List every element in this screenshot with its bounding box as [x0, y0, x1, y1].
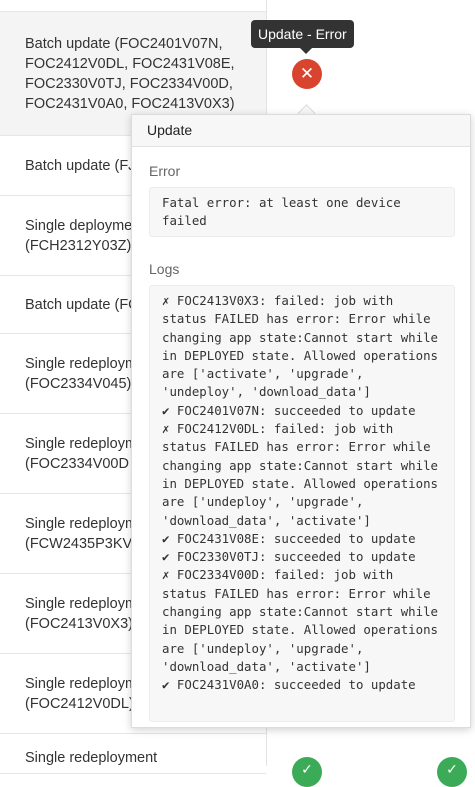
- update-details-popover: Update Error Fatal error: at least one d…: [131, 114, 471, 728]
- check-icon: ✓: [446, 761, 458, 777]
- popover-title: Update: [132, 115, 470, 147]
- job-row-label: Batch update (FOC2401V07N, FOC2412V0DL, …: [25, 35, 235, 112]
- logs-section-label: Logs: [149, 261, 180, 277]
- job-row-label: Single redeploym (FOC2334V00D: [25, 435, 138, 472]
- job-row-label: Single redeploym (FOC2334V045): [25, 355, 138, 392]
- job-row-label: Batch update (FJ: [25, 157, 136, 174]
- logs-box: ✗ FOC2413V0X3: failed: job with status F…: [149, 285, 455, 722]
- status-tooltip: Update - Error: [251, 20, 354, 48]
- job-row-label: Single redeployment: [25, 750, 158, 766]
- success-status-icon[interactable]: ✓: [437, 757, 467, 787]
- tooltip-text: Update - Error: [258, 26, 347, 42]
- job-row-label: Single redeploym (FCW2435P3KV: [25, 515, 138, 552]
- job-row[interactable]: Single redeployment: [0, 734, 266, 774]
- job-row-label: Batch update (FC: [25, 296, 139, 313]
- tooltip-arrow: [300, 48, 312, 54]
- check-icon: ✓: [301, 761, 313, 777]
- job-row-label: Single redeploym (FOC2412V0DL): [25, 675, 138, 712]
- error-section-label: Error: [149, 163, 181, 179]
- success-status-icon[interactable]: ✓: [292, 757, 322, 787]
- error-message-box: Fatal error: at least one device failed: [149, 187, 455, 237]
- job-row-label: Single deploymen (FCH2312Y03Z): [25, 217, 141, 254]
- job-row-label: Single redeploym (FOC2413V0X3): [25, 595, 138, 632]
- error-status-button[interactable]: ✕: [292, 59, 322, 89]
- close-icon: ✕: [299, 64, 315, 83]
